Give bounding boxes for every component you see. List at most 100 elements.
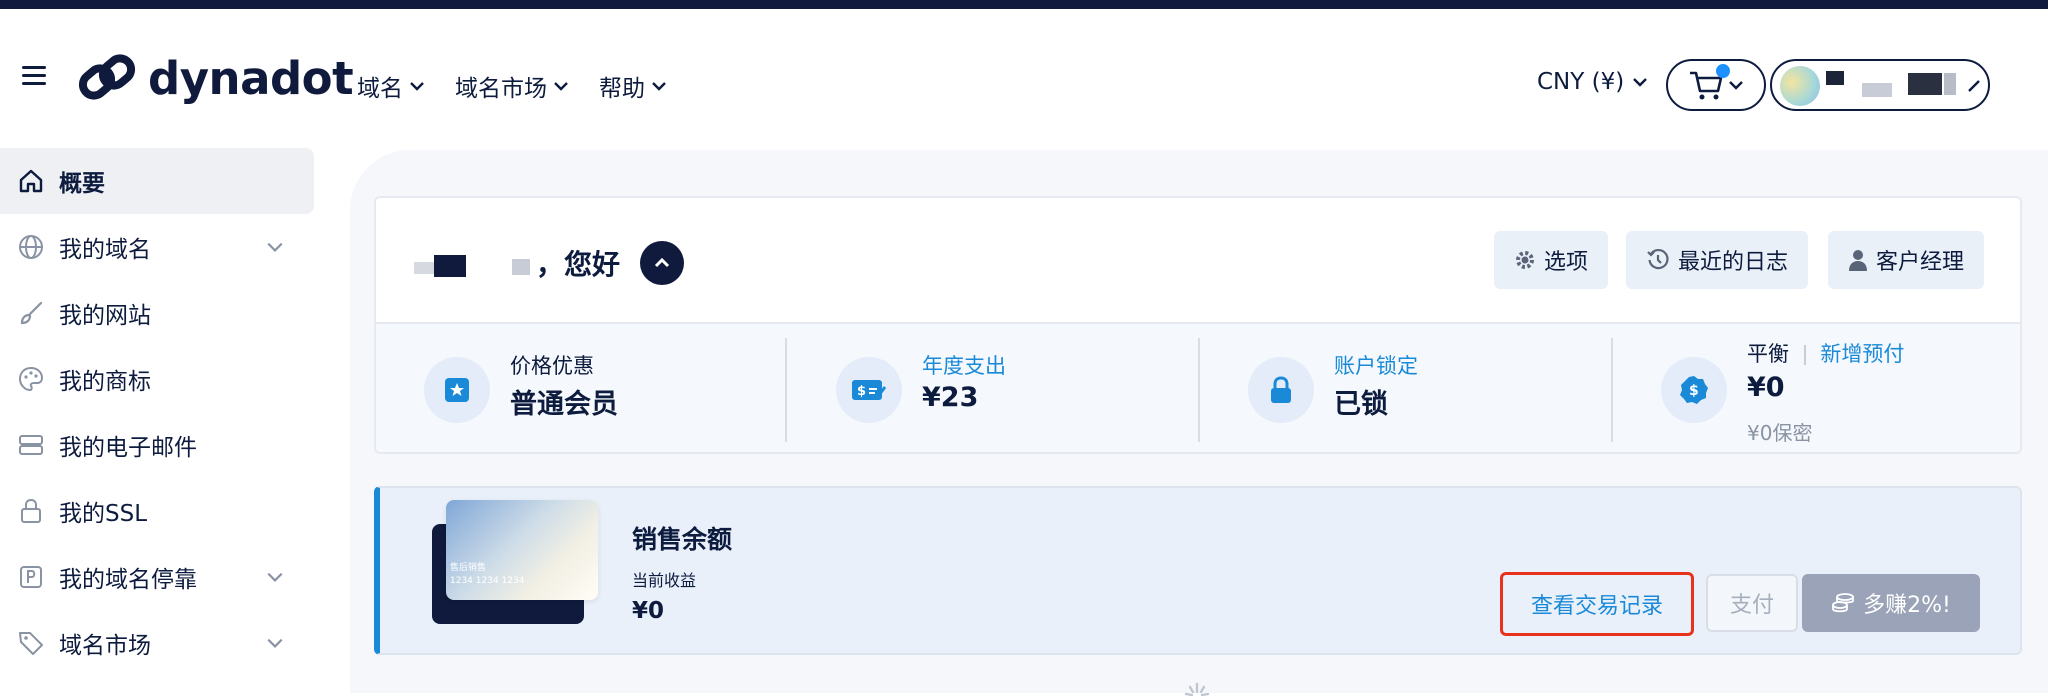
dynadot-logo-icon — [78, 54, 136, 100]
options-button[interactable]: 选项 — [1494, 231, 1609, 289]
sidebar-item-my-domains[interactable]: 我的域名 — [0, 214, 314, 280]
view-transactions-button[interactable]: 查看交易记录 — [1500, 572, 1694, 636]
username-redacted — [1944, 73, 1956, 95]
earn-more-label: 多赚2%! — [1863, 593, 1951, 618]
home-icon — [16, 166, 46, 196]
brush-icon — [16, 298, 46, 328]
greeting: ，您好 — [414, 241, 685, 285]
stat-annual-spend-label[interactable]: 年度支出 — [922, 350, 1006, 380]
cart-badge — [1716, 64, 1730, 78]
username-redacted — [1862, 83, 1892, 97]
stat-account-lock-label[interactable]: 账户锁定 — [1334, 350, 1418, 380]
username-redacted — [1908, 73, 1942, 95]
stat-pricing-value: 普通会员 — [510, 389, 618, 420]
sidebar-item-my-trademarks[interactable]: 我的商标 — [0, 346, 314, 412]
sales-value: ¥0 — [632, 598, 665, 624]
name-redacted — [512, 259, 530, 275]
avatar — [1780, 66, 1820, 106]
name-redacted — [414, 262, 434, 274]
sidebar-item-label: 我的商标 — [59, 369, 151, 395]
chevron-up-icon — [654, 257, 670, 268]
history-icon — [1647, 248, 1669, 270]
chevron-down-icon — [267, 572, 283, 582]
stat-balance: $ 平衡 新增预付 ¥0 ¥0保密 — [1613, 324, 2023, 454]
sidebar-item-marketplace[interactable]: 域名市场 — [0, 610, 314, 676]
sidebar-item-label: 我的域名停靠 — [59, 567, 197, 593]
logo[interactable]: dynadot — [78, 49, 354, 107]
add-prepaid-link[interactable]: 新增预付 — [1820, 342, 1904, 366]
card-text: 售后销售 — [450, 563, 487, 573]
user-menu[interactable] — [1770, 59, 1990, 111]
account-manager-label: 客户经理 — [1876, 250, 1965, 275]
sidebar-item-label: 我的SSL — [59, 501, 148, 527]
menu-icon[interactable] — [22, 66, 46, 86]
account-manager-button[interactable]: 客户经理 — [1828, 231, 1985, 289]
card-number: 1234 1234 1234 — [450, 576, 525, 586]
welcome-card: ，您好 选项 最近的日志 客户经理 — [374, 196, 2022, 322]
currency-label: CNY (¥) — [1537, 69, 1625, 95]
currency-selector[interactable]: CNY (¥) — [1537, 69, 1648, 95]
palette-icon — [16, 364, 46, 394]
chevron-down-icon — [1729, 81, 1743, 90]
earn-more-button[interactable]: 多赚2%! — [1802, 574, 1980, 632]
globe-icon — [16, 232, 46, 262]
person-icon — [1849, 250, 1867, 271]
sidebar-item-my-ssl[interactable]: 我的SSL — [0, 478, 314, 544]
nav-domains[interactable]: 域名 — [357, 69, 425, 103]
stat-balance-sub: ¥0保密 — [1747, 421, 1813, 445]
sidebar: 概要 我的域名 我的网站 我的商标 我的电子邮件 我的SSL 我的域名停靠 域名… — [0, 148, 314, 676]
name-redacted — [434, 255, 466, 277]
dollar-badge-icon: $ — [1661, 357, 1727, 423]
stat-balance-header: 平衡 新增预付 — [1747, 338, 1904, 368]
username-redacted — [1826, 71, 1844, 85]
sidebar-item-my-parking[interactable]: 我的域名停靠 — [0, 544, 314, 610]
stat-pricing: 价格优惠 普通会员 — [376, 324, 788, 454]
stat-account-lock-value: 已锁 — [1334, 389, 1388, 420]
chevron-down-icon — [267, 638, 283, 648]
sidebar-item-label: 我的域名 — [59, 237, 151, 263]
top-strip — [0, 0, 2048, 9]
tag-icon — [16, 628, 46, 658]
options-label: 选项 — [1544, 250, 1589, 275]
sidebar-item-label: 我的网站 — [59, 303, 151, 329]
sales-balance-card: 售后销售 1234 1234 1234 销售余额 当前收益 ¥0 查看交易记录 … — [374, 486, 2022, 655]
lock-icon — [16, 496, 46, 526]
stats-card: 价格优惠 普通会员 $ 年度支出 ¥23 账户锁定 已锁 $ 平衡 新增预付 ¥… — [374, 322, 2022, 454]
sidebar-item-overview[interactable]: 概要 — [0, 148, 314, 214]
sales-title: 销售余额 — [632, 525, 733, 554]
divider — [785, 338, 787, 442]
stat-balance-label: 平衡 — [1747, 342, 1789, 366]
gear-icon — [1516, 251, 1534, 269]
greeting-text: ，您好 — [536, 248, 621, 281]
sidebar-item-my-email[interactable]: 我的电子邮件 — [0, 412, 314, 478]
parking-icon — [16, 562, 46, 592]
nav-marketplace-label: 域名市场 — [455, 76, 547, 102]
lock-icon — [1248, 357, 1314, 423]
stat-annual-spend: $ 年度支出 ¥23 — [788, 324, 1200, 454]
coins-icon — [1832, 593, 1855, 613]
chevron-down-icon — [267, 242, 283, 252]
logo-text: dynadot — [148, 51, 354, 105]
nav-marketplace[interactable]: 域名市场 — [455, 69, 569, 103]
svg-text:$: $ — [857, 384, 866, 399]
svg-text:$: $ — [1689, 383, 1699, 399]
sales-label: 当前收益 — [632, 571, 697, 590]
recent-log-label: 最近的日志 — [1678, 250, 1789, 275]
collapse-button[interactable] — [640, 241, 685, 285]
dollar-card-icon: $ — [836, 357, 902, 423]
nav-help-label: 帮助 — [599, 76, 645, 102]
chevron-down-icon — [554, 82, 568, 91]
sidebar-item-label: 域名市场 — [59, 633, 151, 659]
pay-button[interactable]: 支付 — [1706, 574, 1798, 632]
chevron-down-icon — [1633, 78, 1648, 87]
stat-account-lock: 账户锁定 已锁 — [1200, 324, 1612, 454]
main-nav: 域名 域名市场 帮助 — [357, 69, 667, 103]
chevron-down-icon — [410, 82, 424, 91]
cart-button[interactable] — [1666, 59, 1766, 111]
nav-help[interactable]: 帮助 — [599, 69, 667, 103]
sidebar-item-my-websites[interactable]: 我的网站 — [0, 280, 314, 346]
recent-log-button[interactable]: 最近的日志 — [1626, 231, 1809, 289]
loading-icon — [1184, 682, 1210, 697]
sidebar-item-label: 我的电子邮件 — [59, 435, 197, 461]
chevron-down-icon — [652, 82, 666, 91]
